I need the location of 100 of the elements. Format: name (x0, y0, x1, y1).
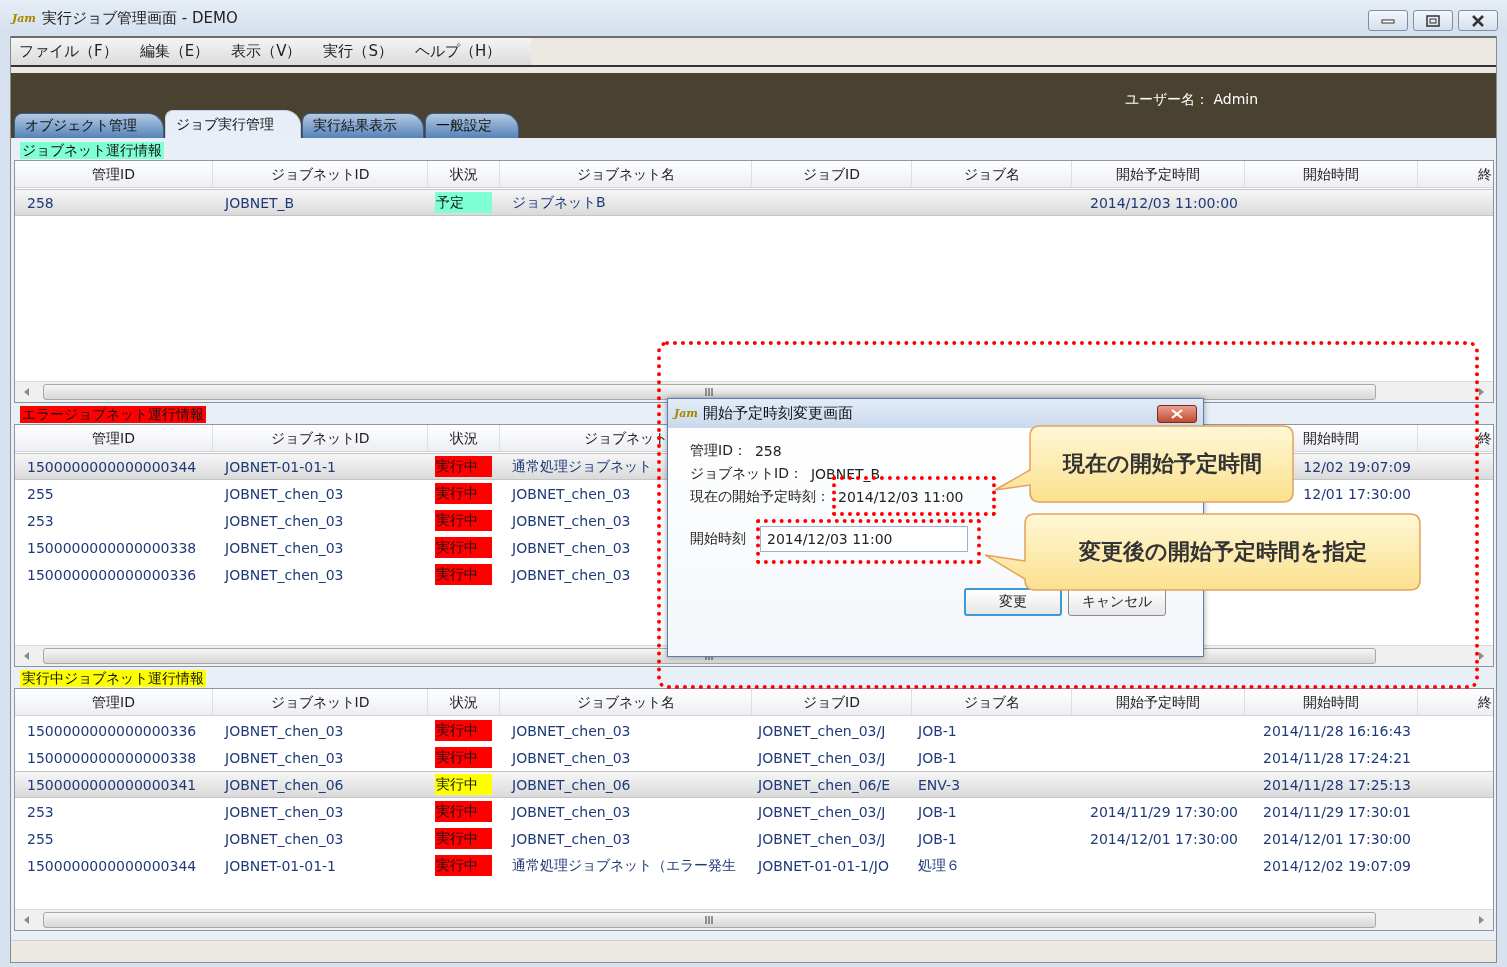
selected-row[interactable]: 1500000000000000341 JOBNET_chen_06 実行中 JOBNET_chen_06 JOBNET_chen_06/E ENV-3 2014/11/28 17:25:13 (15, 771, 1493, 798)
column-header[interactable]: ジョブID (803, 694, 860, 710)
column-header[interactable]: 開始時間 (1303, 166, 1359, 182)
column-header[interactable]: 状況 (449, 694, 478, 710)
tab[interactable]: ジョブ実行管理 (165, 110, 301, 138)
column-header[interactable]: 終 (1478, 430, 1492, 446)
table-cell: JOBNET_chen_06 (512, 776, 631, 793)
table-cell: JOBNET_chen_03 (225, 566, 344, 583)
table-cell: 1500000000000000336 (27, 722, 197, 739)
maximize-button[interactable] (1413, 10, 1453, 31)
scroll-left-icon[interactable] (23, 652, 30, 660)
menu-item[interactable]: 編集（E） (133, 38, 216, 65)
app-logo: Jam (12, 11, 36, 25)
table-cell: JOBNET_chen_03/J (758, 830, 886, 847)
table-cell: JOBNET_chen_03 (512, 512, 631, 529)
table-cell: 2014/12/01 17:30:00 (1262, 830, 1411, 847)
scroll-left-icon[interactable] (23, 388, 30, 396)
status-tag: 実行中 (435, 774, 492, 795)
scroll-left-icon[interactable] (23, 916, 30, 924)
column-header[interactable]: 終 (1478, 166, 1492, 182)
column-header[interactable]: 管理ID (92, 694, 135, 710)
column-header[interactable]: 開始予定時間 (1116, 166, 1200, 182)
table-cell: JOBNET_chen_03 (512, 803, 631, 820)
column-header[interactable]: ジョブネットID (270, 694, 370, 710)
menu-item[interactable]: ヘルプ（H） (408, 38, 508, 65)
field-value: JOBNET_B (810, 465, 881, 482)
field-label: 開始時刻 (690, 530, 746, 548)
status-tag: 実行中 (435, 801, 492, 822)
menu-item[interactable]: ファイル（F） (13, 38, 124, 65)
table-cell: 2014/11/28 16:16:43 (1262, 722, 1411, 739)
table-cell: JOB-1 (918, 722, 957, 739)
column-header[interactable]: 開始時間 (1303, 430, 1359, 446)
tab[interactable]: 実行結果表示 (302, 113, 424, 138)
table-cell: JOBNET_chen_03 (512, 749, 631, 766)
table-cell: 通常処理ジョブネット (512, 457, 652, 474)
table-cell: ENV-3 (918, 776, 961, 793)
menu-item[interactable]: 表示（V） (225, 38, 308, 65)
column-header[interactable]: ジョブネット名 (576, 166, 675, 182)
column-header[interactable]: ジョブネット名 (576, 694, 675, 710)
scroll-right-icon[interactable] (1478, 916, 1485, 924)
table-cell: 12/02 19:07:09 (1303, 458, 1411, 475)
table-cell: JOBNET_B (225, 194, 295, 211)
table-cell: JOBNET_chen_03/J (758, 749, 886, 766)
table-cell: 2014/12/01 17:30:00 (1089, 830, 1238, 847)
table-cell: JOBNET_chen_03 (225, 830, 344, 847)
tab[interactable]: オブジェクト管理 (14, 113, 164, 138)
table-cell: JOBNET-01-01-1 (225, 857, 337, 874)
tab[interactable]: 一般設定 (425, 113, 519, 138)
scroll-right-icon[interactable] (1478, 652, 1485, 660)
table-cell: JOBNET_chen_03 (225, 722, 344, 739)
status-tag: 実行中 (435, 828, 492, 849)
column-header[interactable]: 開始時間 (1303, 694, 1359, 710)
table-cell: 1500000000000000341 (27, 776, 197, 793)
column-header[interactable]: 開始予定時間 (1116, 694, 1200, 710)
table-cell: ジョブネットB (512, 193, 606, 210)
column-header[interactable]: 状況 (449, 166, 478, 182)
column-header[interactable]: ジョブID (803, 166, 860, 182)
table-cell: 通常処理ジョブネット（エラー発生 (512, 856, 736, 873)
status-tag: 実行中 (435, 855, 492, 876)
window-title: 実行ジョブ管理画面 - DEMO (42, 8, 238, 28)
section-title: ジョブネット運行情報 (20, 142, 164, 159)
table-cell: 1500000000000000336 (27, 566, 197, 583)
menu-item[interactable]: 実行（S） (317, 38, 399, 65)
field-value: 2014/12/03 11:00 (838, 488, 964, 505)
column-header[interactable]: ジョブネットID (270, 166, 370, 182)
dialog-button[interactable]: 変更 (964, 588, 1062, 616)
status-tag: 実行中 (435, 456, 492, 477)
table-cell: JOB-1 (918, 749, 957, 766)
table-cell: 253 (27, 512, 54, 529)
column-header[interactable]: 管理ID (92, 430, 135, 446)
table-cell: JOBNET_chen_03 (225, 485, 344, 502)
close-icon (1171, 408, 1183, 419)
column-header[interactable]: ジョブネットID (270, 430, 370, 446)
table-cell: 2014/11/28 17:25:13 (1262, 776, 1411, 793)
scrollbar-thumb[interactable] (43, 384, 1376, 400)
date-time-field[interactable]: 2014/12/03 11:00 (760, 526, 968, 552)
table-cell: 253 (27, 803, 54, 820)
table-cell: 1500000000000000338 (27, 749, 197, 766)
table-cell: JOBNET_chen_03 (512, 566, 631, 583)
table-cell: JOBNET_chen_03 (225, 803, 344, 820)
scrollbar-thumb[interactable] (43, 912, 1376, 928)
table-cell: JOBNET_chen_03 (225, 539, 344, 556)
scroll-right-icon[interactable] (1478, 388, 1485, 396)
field-value: 258 (754, 442, 782, 459)
table-cell: 2014/11/28 17:24:21 (1262, 749, 1411, 766)
close-button[interactable] (1458, 10, 1498, 31)
table-cell: JOBNET_chen_03 (512, 830, 631, 847)
close-button[interactable] (1157, 404, 1197, 423)
column-header[interactable]: ジョブ名 (963, 694, 1020, 710)
table-cell: JOBNET_chen_06 (225, 776, 344, 793)
table-cell: JOBNET-01-01-1 (225, 458, 337, 475)
column-header[interactable]: ジョブ名 (963, 166, 1020, 182)
selected-row[interactable]: 258 JOBNET_B 予定 ジョブネットB 2014/12/03 11:00:00 (15, 189, 1493, 216)
column-header[interactable]: 管理ID (92, 166, 135, 182)
minimize-button[interactable] (1368, 10, 1408, 31)
column-header[interactable]: 状況 (449, 430, 478, 446)
table-cell: 1500000000000000344 (27, 857, 197, 874)
maximize-icon (1426, 14, 1440, 27)
status-tag: 実行中 (435, 483, 492, 504)
column-header[interactable]: 終 (1478, 694, 1492, 710)
